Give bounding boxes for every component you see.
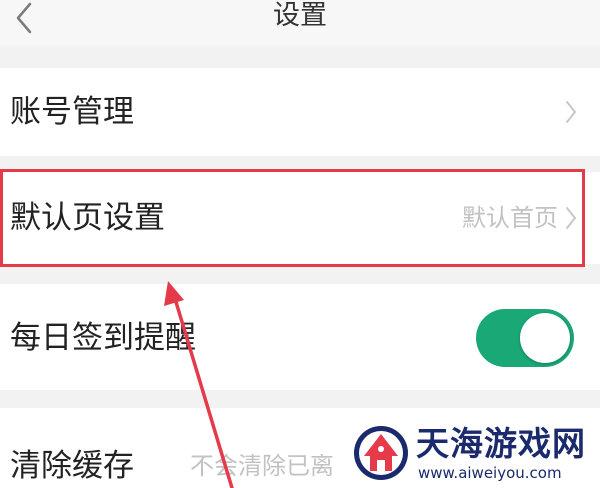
settings-row-account[interactable]: 账号管理	[0, 68, 600, 156]
daily-checkin-toggle[interactable]	[476, 309, 574, 367]
clear-cache-note: 不会清除已离	[190, 452, 334, 480]
chevron-right-icon	[566, 101, 576, 123]
toggle-knob	[520, 313, 570, 363]
header-bar: 设置	[0, 0, 600, 46]
settings-row-label: 每日签到提醒	[10, 320, 196, 356]
watermark-title: 天海游戏网	[416, 424, 586, 463]
watermark-logo	[354, 426, 408, 480]
settings-row-daily-checkin: 每日签到提醒	[0, 284, 600, 390]
page-title: 设置	[273, 0, 327, 31]
watermark: 天海游戏网 www.aiweiyou.com	[348, 418, 600, 488]
watermark-url: www.aiweiyou.com	[418, 464, 562, 482]
highlight-box	[0, 169, 585, 267]
settings-row-label: 清除缓存	[10, 448, 134, 484]
settings-row-label: 账号管理	[10, 94, 134, 130]
